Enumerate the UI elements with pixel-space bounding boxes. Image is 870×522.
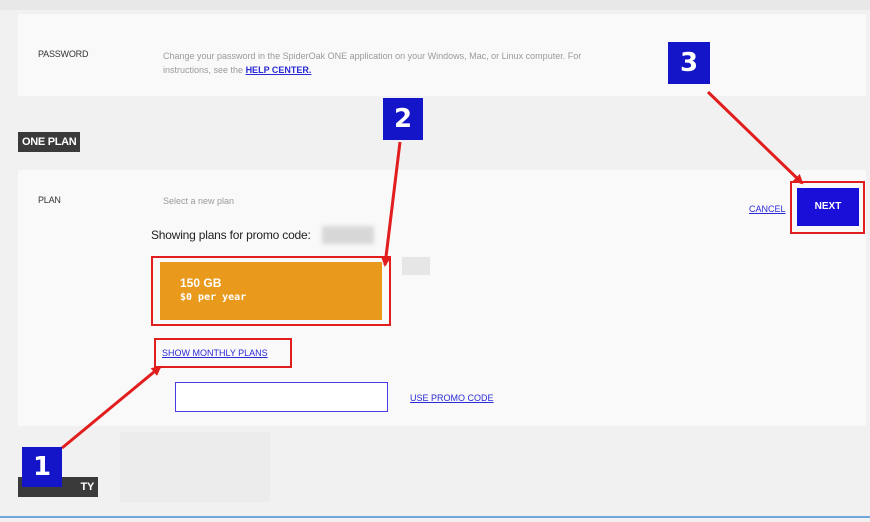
- step-1-badge: 1: [22, 447, 62, 487]
- arrow-2: [381, 141, 402, 267]
- step-2-badge: 2: [383, 98, 423, 140]
- annotation-arrows: [61, 90, 804, 450]
- arrow-3: [706, 90, 804, 185]
- arrow-1: [61, 365, 162, 450]
- step-3-badge: 3: [668, 42, 710, 84]
